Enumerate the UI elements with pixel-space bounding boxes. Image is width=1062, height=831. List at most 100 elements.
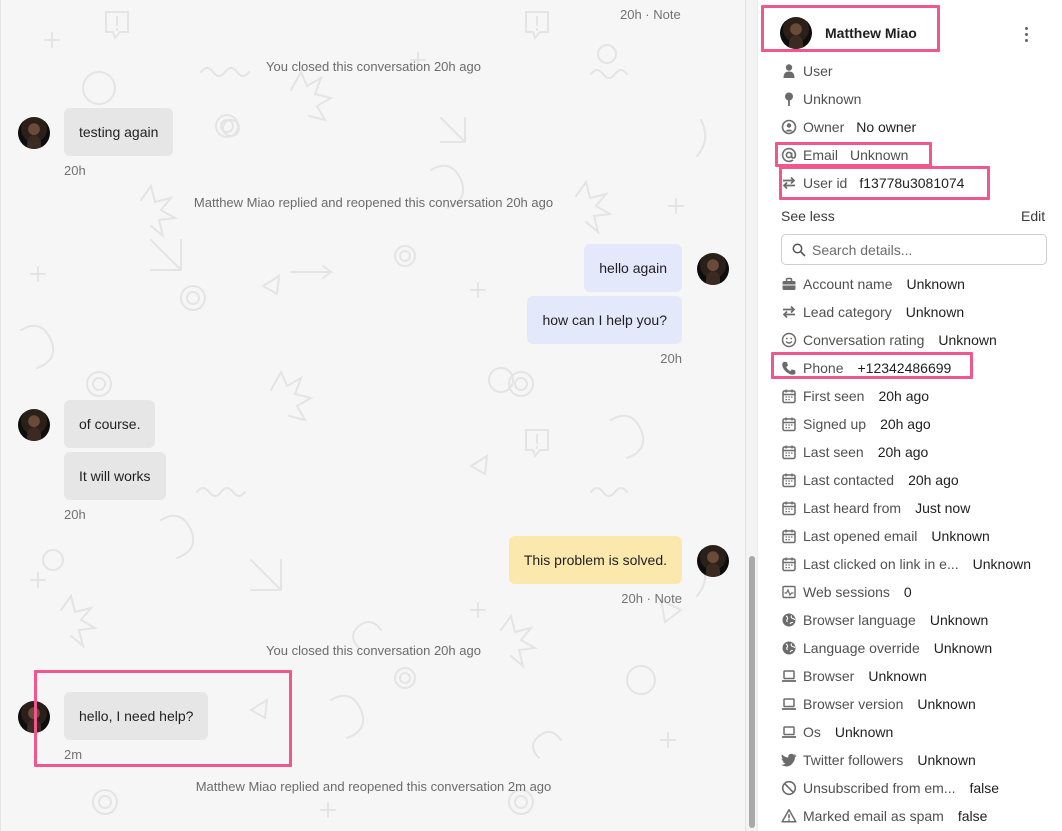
message-bubble[interactable]: testing again <box>64 108 174 156</box>
attribute-label: Signed up <box>803 416 867 432</box>
attribute-value[interactable]: 20h ago <box>878 388 929 404</box>
attribute-row-os[interactable]: Os Unknown <box>781 718 1062 746</box>
calendar-icon <box>781 528 797 544</box>
attribute-value[interactable]: +12342486699 <box>857 360 951 376</box>
attribute-row-browser-language[interactable]: Browser language Unknown <box>781 606 1062 634</box>
vertical-ellipsis-icon[interactable] <box>1018 24 1034 44</box>
attribute-value[interactable]: Unknown <box>906 304 964 320</box>
laptop-icon <box>781 724 797 740</box>
attribute-label: Unsubscribed from em... <box>803 780 956 796</box>
attribute-label: Unknown <box>803 91 862 107</box>
attribute-label: Twitter followers <box>803 752 904 768</box>
attribute-value[interactable]: Unknown <box>931 528 989 544</box>
attribute-value[interactable]: 0 <box>904 584 912 600</box>
message-bubble[interactable]: It will works <box>64 452 166 500</box>
edit-link[interactable]: Edit <box>1021 208 1045 224</box>
attribute-value[interactable]: false <box>970 780 1000 796</box>
conversation-event: You closed this conversation 20h ago <box>266 59 481 74</box>
contact-header: Matthew Miao <box>758 0 1062 56</box>
message-bubble[interactable]: how can I help you? <box>527 296 682 344</box>
attribute-label: Last heard from <box>803 500 902 516</box>
attribute-row-email[interactable]: Email Unknown <box>781 141 1062 169</box>
contact-name[interactable]: Matthew Miao <box>825 25 917 41</box>
attribute-value[interactable]: Unknown <box>907 276 965 292</box>
attribute-value[interactable]: Unknown <box>868 668 926 684</box>
conversation-pane[interactable]: 20h · Note You closed this conversation … <box>0 0 745 831</box>
calendar-icon <box>781 416 797 432</box>
message-bubble[interactable]: hello, I need help? <box>64 692 209 740</box>
attribute-value[interactable]: Unknown <box>938 332 996 348</box>
attribute-label: Phone <box>803 360 844 376</box>
attribute-label: Os <box>803 724 821 740</box>
globe-icon <box>781 640 797 656</box>
globe-icon <box>781 612 797 628</box>
attribute-row-last-seen[interactable]: Last seen 20h ago <box>781 438 1062 466</box>
avatar[interactable] <box>780 17 812 49</box>
attribute-row-account-name[interactable]: Account name Unknown <box>781 270 1062 298</box>
message-time: 2m <box>64 747 83 762</box>
message-time: 20h <box>660 351 682 366</box>
note-bubble[interactable]: This problem is solved. <box>508 536 682 584</box>
attribute-value[interactable]: 20h ago <box>878 444 929 460</box>
attribute-value[interactable]: No owner <box>856 119 916 135</box>
avatar <box>18 117 50 149</box>
calendar-icon <box>781 444 797 460</box>
attribute-value[interactable]: f13778u3081074 <box>859 175 964 191</box>
attribute-row-type[interactable]: User <box>781 57 1062 85</box>
search-details-box[interactable] <box>781 234 1047 265</box>
attribute-label: Language override <box>803 640 920 656</box>
attribute-row-first-seen[interactable]: First seen 20h ago <box>781 382 1062 410</box>
attribute-row-browser-version[interactable]: Browser version Unknown <box>781 690 1062 718</box>
attribute-value[interactable]: 20h ago <box>880 416 931 432</box>
attribute-label: Last seen <box>803 444 864 460</box>
message-time: 20h <box>64 507 86 522</box>
attribute-value[interactable]: Unknown <box>835 724 893 740</box>
attribute-value[interactable]: Unknown <box>973 556 1031 572</box>
attribute-value[interactable]: Unknown <box>917 752 975 768</box>
conversation-event: Matthew Miao replied and reopened this c… <box>195 779 552 794</box>
attribute-value[interactable]: false <box>958 808 988 824</box>
attribute-label: Browser language <box>803 612 916 628</box>
see-less-link[interactable]: See less <box>781 208 835 224</box>
attribute-row-last-clicked-link[interactable]: Last clicked on link in e... Unknown <box>781 550 1062 578</box>
attribute-value[interactable]: Just now <box>915 500 970 516</box>
attribute-value[interactable]: Unknown <box>850 147 908 163</box>
calendar-icon <box>781 556 797 572</box>
calendar-icon <box>781 472 797 488</box>
search-details-input[interactable] <box>812 241 1037 259</box>
location-pin-icon <box>781 91 797 107</box>
attribute-row-lead-category[interactable]: Lead category Unknown <box>781 298 1062 326</box>
attribute-label: User id <box>803 175 848 191</box>
attribute-value[interactable]: Unknown <box>930 612 988 628</box>
attribute-row-location[interactable]: Unknown <box>781 85 1062 113</box>
attribute-row-phone[interactable]: Phone +12342486699 <box>781 354 1062 382</box>
swap-arrows-icon <box>781 175 797 191</box>
avatar <box>697 253 729 285</box>
attribute-value[interactable]: Unknown <box>934 640 992 656</box>
attribute-row-last-contacted[interactable]: Last contacted 20h ago <box>781 466 1062 494</box>
attribute-row-unsubscribed[interactable]: Unsubscribed from em... false <box>781 774 1062 802</box>
message-bubble[interactable]: hello again <box>584 244 682 292</box>
attribute-value[interactable]: Unknown <box>917 696 975 712</box>
attribute-row-twitter-followers[interactable]: Twitter followers Unknown <box>781 746 1062 774</box>
search-icon <box>792 243 806 257</box>
attribute-row-language-override[interactable]: Language override Unknown <box>781 634 1062 662</box>
attribute-row-last-heard-from[interactable]: Last heard from Just now <box>781 494 1062 522</box>
attribute-row-conversation-rating[interactable]: Conversation rating Unknown <box>781 326 1062 354</box>
at-sign-icon <box>781 147 797 163</box>
attribute-row-browser[interactable]: Browser Unknown <box>781 662 1062 690</box>
attribute-row-owner[interactable]: Owner No owner <box>781 113 1062 141</box>
attribute-row-web-sessions[interactable]: Web sessions 0 <box>781 578 1062 606</box>
attribute-row-signed-up[interactable]: Signed up 20h ago <box>781 410 1062 438</box>
attribute-label: Last contacted <box>803 472 895 488</box>
block-icon <box>781 780 797 796</box>
scrollbar-thumb[interactable] <box>749 556 755 828</box>
message-bubble[interactable]: of course. <box>64 400 156 448</box>
note-meta: 20h · Note <box>620 7 681 22</box>
attribute-row-marked-spam[interactable]: Marked email as spam false <box>781 802 1062 830</box>
attribute-row-last-opened-email[interactable]: Last opened email Unknown <box>781 522 1062 550</box>
attribute-row-user-id[interactable]: User id f13778u3081074 <box>781 169 1062 197</box>
attribute-label: Email <box>803 147 839 163</box>
attribute-value[interactable]: 20h ago <box>908 472 959 488</box>
conversation-scrollbar[interactable] <box>745 0 757 831</box>
